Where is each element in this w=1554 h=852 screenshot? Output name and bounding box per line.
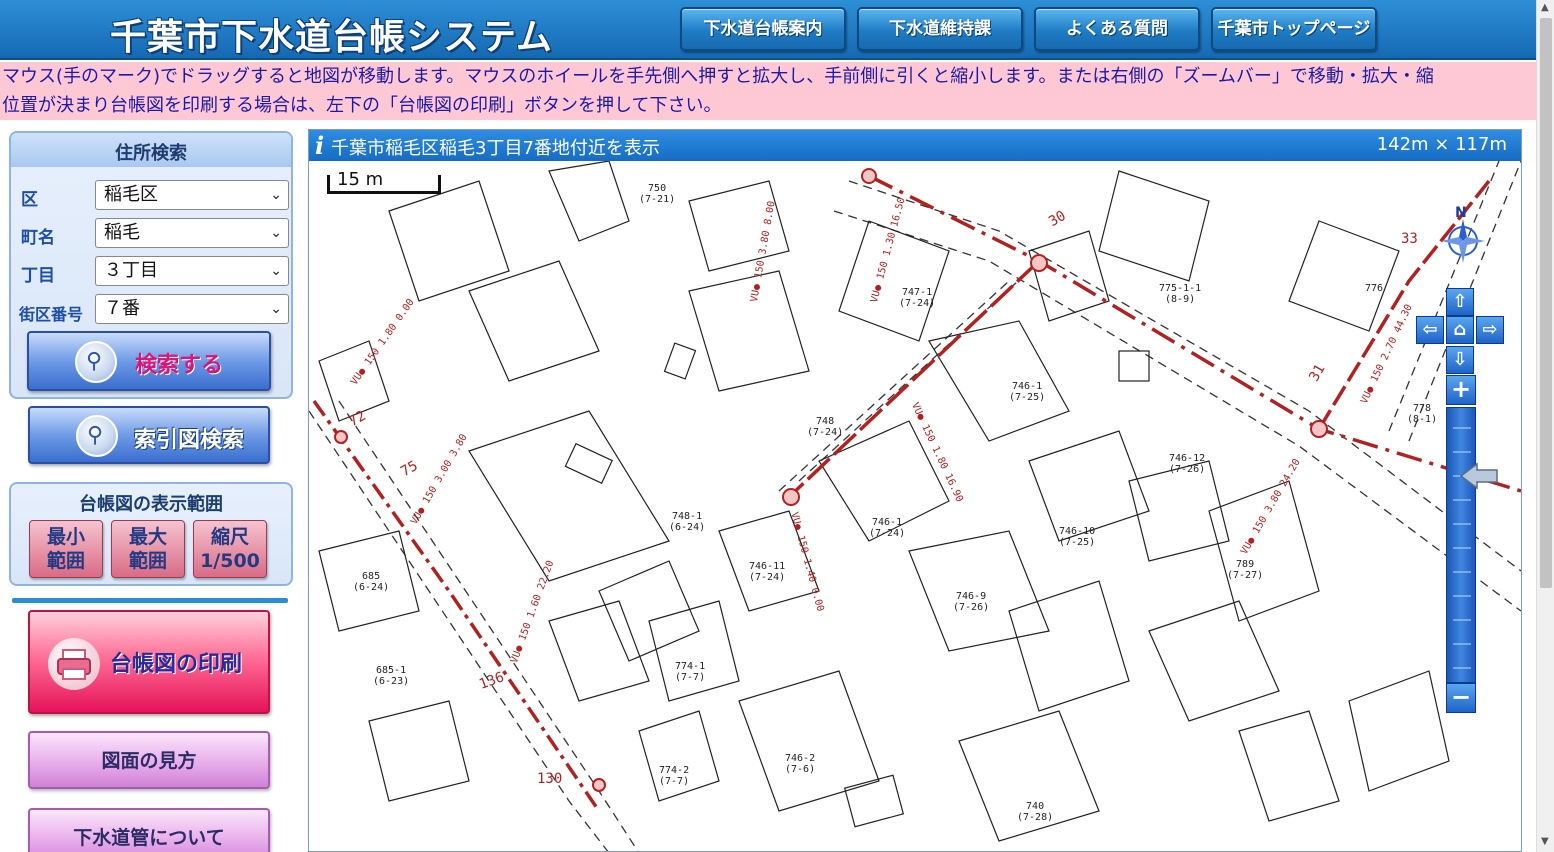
map-location-text: 千葉市稲毛区稲毛3丁目7番地付近を表示 — [331, 138, 660, 159]
instructions-line-2: 位置が決まり台帳図を印刷する場合は、左下の「台帳図の印刷」ボタンを押して下さい。 — [2, 95, 722, 116]
pan-left-button[interactable]: ⇦ — [1416, 316, 1444, 344]
chevron-down-icon: ⌄ — [270, 187, 282, 203]
ward-label: 区 — [21, 190, 38, 210]
instructions-line-1: マウス(手のマーク)でドラッグすると地図が移動します。マウスのホイールを手先側へ… — [2, 66, 1434, 87]
nav-city-top-button[interactable]: 千葉市トップページ — [1211, 7, 1377, 51]
pipe-label: VU● 150 1.80 16.90 — [909, 401, 965, 504]
map-viewport[interactable]: i 千葉市稲毛区稲毛3丁目7番地付近を表示 142m × 117m 750 (7… — [308, 129, 1522, 852]
pipe-label: VU● 150 1.60 22.20 — [509, 559, 557, 665]
header-bar: 千葉市下水道台帳システム 下水道台帳案内 下水道維持課 よくある質問 千葉市トッ… — [0, 0, 1554, 60]
sidebar: 住所検索 区 稲毛区 ⌄ 町名 稲毛 ⌄ 丁目 ３丁目 ⌄ 街区番号 ７番 ⌄ ⚲ 検索… — [0, 120, 300, 852]
pipe-label: VU● 150 3.00 3.80 — [409, 432, 470, 527]
chevron-down-icon: ⌄ — [270, 301, 282, 317]
pipe-label: VU● 150 1.40 0.00 — [788, 511, 826, 613]
zoom-slider-track[interactable] — [1446, 407, 1476, 683]
scroll-up-icon[interactable]: ▲ — [1541, 2, 1549, 13]
pipe-number: 30 — [1046, 207, 1069, 231]
map-extent-text: 142m × 117m — [1376, 134, 1507, 155]
print-map-label: 台帳図の印刷 — [110, 652, 243, 677]
svg-text:N: N — [1455, 205, 1467, 221]
sewer-map-canvas[interactable]: 750 (7-21) 747-1 (7-24) 775-1-1 (8-9) 776 7… — [309, 160, 1521, 851]
chevron-down-icon: ⌄ — [270, 225, 282, 241]
ward-select[interactable]: 稲毛区 ⌄ — [95, 180, 289, 210]
block-number-label: 街区番号 — [19, 305, 84, 324]
pipe-number: 31 — [1306, 361, 1329, 385]
pipe-label: VU● 150 3.80 24.20 — [1239, 457, 1303, 557]
scale-label: 15 m — [337, 169, 384, 190]
print-map-button[interactable]: 台帳図の印刷 — [28, 610, 270, 714]
chevron-down-icon: ⌄ — [270, 263, 282, 279]
nav-sewer-guide-button[interactable]: 下水道台帳案内 — [680, 7, 846, 51]
pipe-label: VU● 150 1.80 0.00 — [349, 297, 417, 388]
search-button[interactable]: ⚲ 検索する — [27, 331, 271, 391]
pipe-label: VU● 150 2.70 44.30 — [1359, 302, 1415, 406]
pipe-labels: VU● 150 1.80 0.00 VU● 150 3.00 3.80 VU● … — [309, 161, 1521, 851]
pipe-number: 130 — [537, 771, 563, 787]
scrollbar-thumb[interactable] — [1540, 18, 1552, 588]
min-range-button[interactable]: 最小 範囲 — [29, 520, 103, 578]
town-label: 町名 — [21, 228, 55, 248]
search-button-label: 検索する — [135, 353, 224, 378]
block-number-select[interactable]: ７番 ⌄ — [95, 294, 289, 324]
pipe-number: 33 — [1401, 231, 1418, 247]
index-map-search-label: 索引図検索 — [134, 428, 245, 453]
max-range-button[interactable]: 最大 範囲 — [111, 520, 185, 578]
chome-select[interactable]: ３丁目 ⌄ — [95, 256, 289, 286]
zoom-in-button[interactable]: + — [1446, 375, 1476, 405]
page: 千葉市下水道台帳システム 下水道台帳案内 下水道維持課 よくある質問 千葉市トッ… — [0, 0, 1554, 852]
search-icon: ⚲ — [76, 415, 118, 457]
scale-500-button[interactable]: 縮尺 1/500 — [193, 520, 267, 578]
address-search-panel: 住所検索 区 稲毛区 ⌄ 町名 稲毛 ⌄ 丁目 ３丁目 ⌄ 街区番号 ７番 ⌄ ⚲ 検索… — [9, 131, 293, 399]
pan-down-button[interactable]: ⇩ — [1446, 346, 1474, 374]
pipe-label: VU● 150 1.30 16.50 — [869, 196, 908, 304]
how-to-read-button[interactable]: 図面の見方 — [28, 731, 270, 789]
pipe-number: 72 — [346, 407, 369, 431]
compass-icon: N — [1433, 205, 1493, 265]
chome-label: 丁目 — [21, 266, 55, 286]
search-icon: ⚲ — [75, 341, 117, 383]
pan-right-button[interactable]: ⇨ — [1476, 316, 1504, 344]
map-scale-bar: 15 m — [327, 169, 443, 197]
pipe-label: VU● 150 3.80 8.00 — [749, 200, 778, 303]
page-scrollbar[interactable]: ▲ ▼ — [1536, 0, 1554, 852]
display-range-title: 台帳図の表示範囲 — [79, 494, 223, 515]
pan-home-button[interactable]: ⌂ — [1446, 316, 1474, 344]
pan-up-button[interactable]: ⇧ — [1446, 288, 1474, 316]
town-select[interactable]: 稲毛 ⌄ — [95, 218, 289, 248]
site-title[interactable]: 千葉市下水道台帳システム — [110, 8, 553, 60]
display-range-panel: 台帳図の表示範囲 最小 範囲 最大 範囲 縮尺 1/500 — [9, 482, 293, 586]
pipe-number: 75 — [398, 457, 421, 481]
map-header: i 千葉市稲毛区稲毛3丁目7番地付近を表示 142m × 117m — [309, 130, 1521, 161]
sidebar-divider — [12, 598, 288, 603]
index-map-search-button[interactable]: ⚲ 索引図検索 — [28, 406, 270, 464]
about-pipes-button[interactable]: 下水道管について — [28, 808, 270, 852]
zoom-slider-thumb[interactable] — [1459, 462, 1499, 490]
instructions-banner: マウス(手のマーク)でドラッグすると地図が移動します。マウスのホイールを手先側へ… — [0, 62, 1554, 120]
address-search-title: 住所検索 — [115, 143, 187, 164]
nav-maintenance-button[interactable]: 下水道維持課 — [857, 7, 1023, 51]
scroll-down-icon[interactable]: ▼ — [1541, 836, 1549, 847]
zoom-out-button[interactable]: − — [1446, 683, 1476, 713]
pipe-number: 136 — [477, 669, 507, 693]
printer-icon — [48, 638, 100, 690]
nav-faq-button[interactable]: よくある質問 — [1034, 7, 1200, 51]
info-icon: i — [315, 131, 325, 160]
